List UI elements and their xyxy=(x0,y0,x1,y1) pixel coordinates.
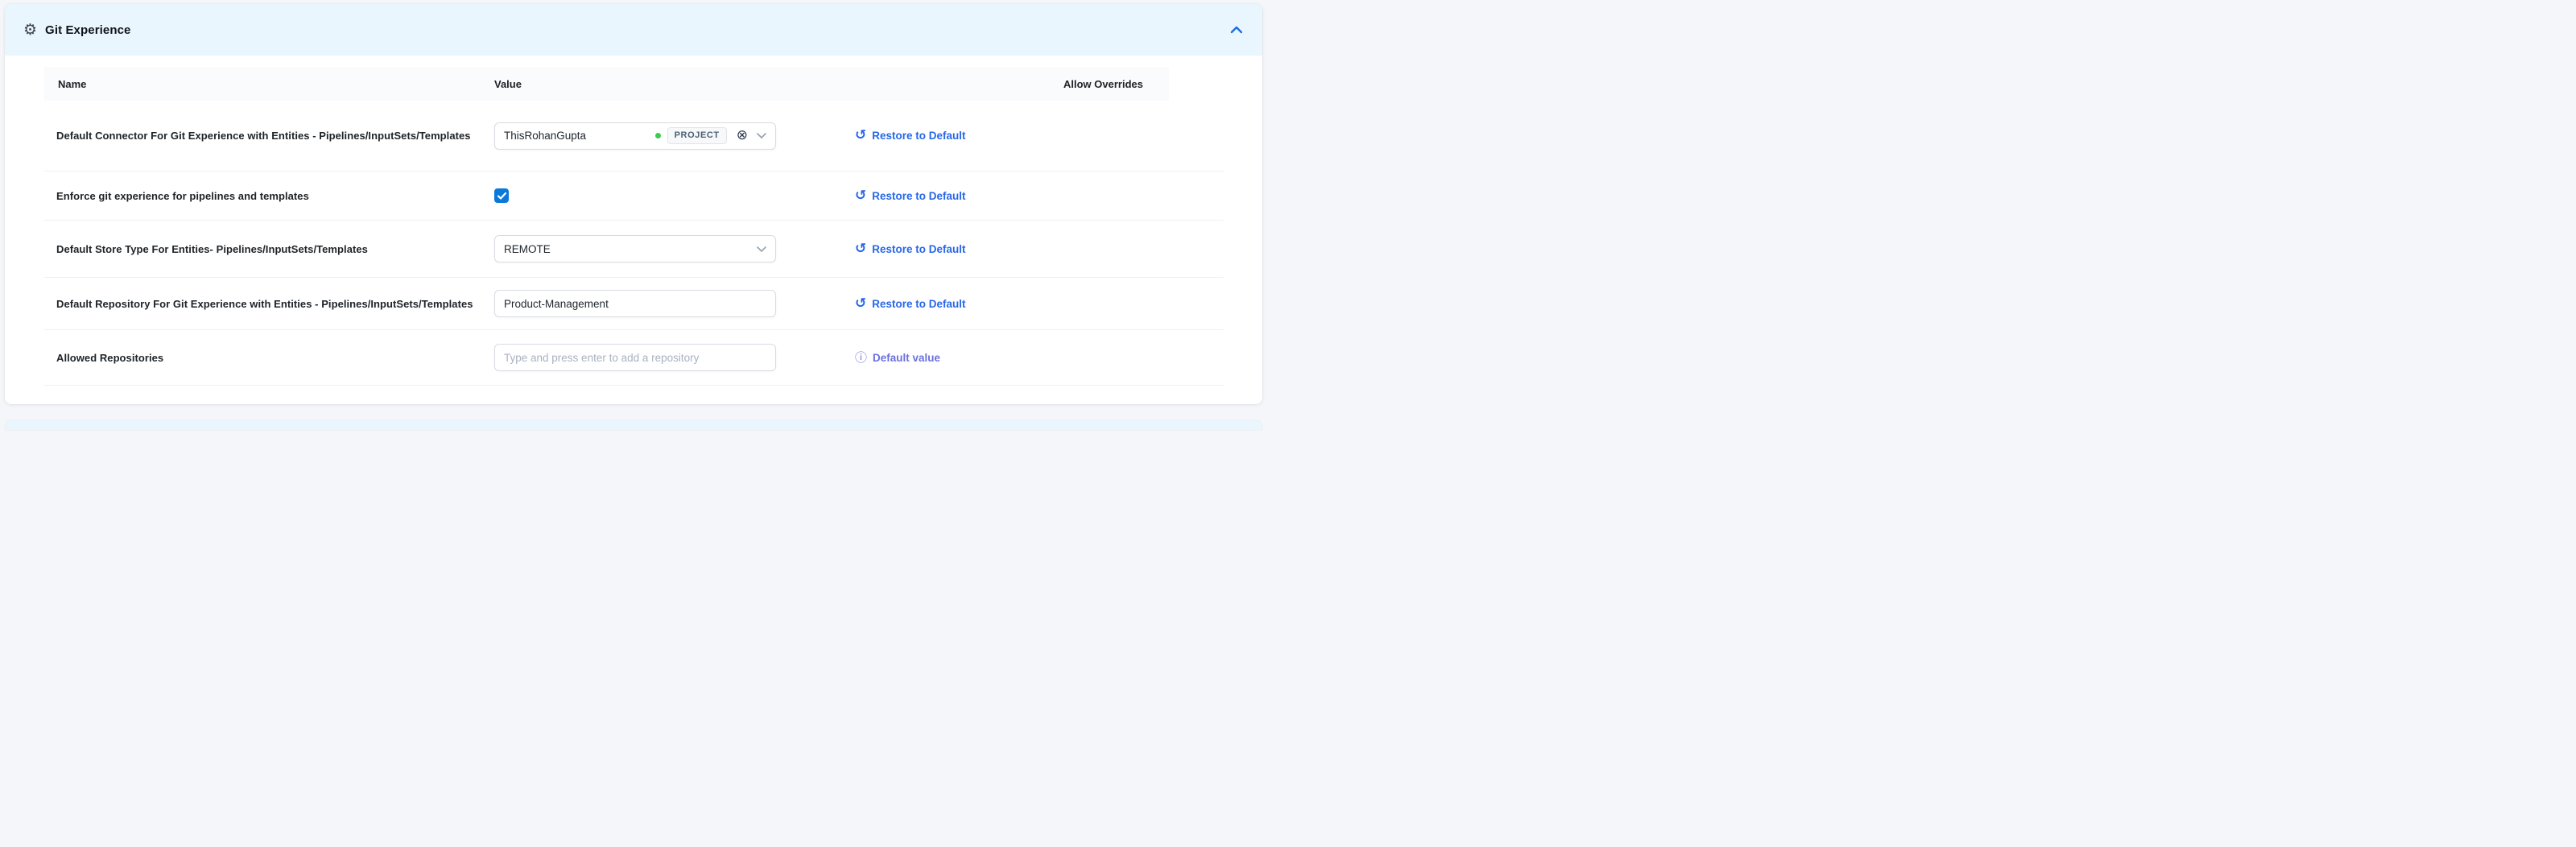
default-value-label: Default value xyxy=(873,352,940,364)
default-value-indicator[interactable]: ⓘ Default value xyxy=(855,352,940,364)
table-row: Allowed Repositories ⓘ Default value xyxy=(44,330,1224,386)
collapse-section-button[interactable] xyxy=(1230,26,1243,34)
setting-name-default-store-type: Default Store Type For Entities- Pipelin… xyxy=(56,243,368,255)
restore-label: Restore to Default xyxy=(872,190,965,202)
table-row: Default Repository For Git Experience wi… xyxy=(44,278,1224,330)
restore-icon: ↺ xyxy=(855,189,866,203)
table-header-row: Name Value Allow Overrides xyxy=(44,67,1169,101)
scope-badge: PROJECT xyxy=(667,127,727,144)
store-type-select[interactable]: REMOTE xyxy=(494,235,776,262)
setting-name-default-repository: Default Repository For Git Experience wi… xyxy=(56,298,473,310)
chevron-down-icon[interactable] xyxy=(757,133,766,138)
settings-table: Name Value Allow Overrides Default Conne… xyxy=(5,56,1262,386)
restore-label: Restore to Default xyxy=(872,243,965,255)
connector-status-dot xyxy=(655,133,661,138)
connector-selected-value: ThisRohanGupta xyxy=(504,130,655,142)
column-header-value: Value xyxy=(494,78,522,90)
chevron-up-icon xyxy=(1230,26,1243,34)
connector-select[interactable]: ThisRohanGupta PROJECT ⊗ xyxy=(494,122,776,150)
restore-label: Restore to Default xyxy=(872,130,965,142)
restore-label: Restore to Default xyxy=(872,298,965,310)
enforce-git-experience-checkbox[interactable] xyxy=(494,188,509,203)
table-row: Default Store Type For Entities- Pipelin… xyxy=(44,221,1224,278)
section-title: Git Experience xyxy=(45,23,130,37)
setting-name-allowed-repositories: Allowed Repositories xyxy=(56,352,163,364)
column-header-allow-overrides: Allow Overrides xyxy=(1063,78,1143,90)
restore-icon: ↺ xyxy=(855,297,866,311)
restore-to-default-button[interactable]: ↺ Restore to Default xyxy=(855,129,966,143)
chevron-down-icon xyxy=(757,246,766,252)
clear-connector-icon[interactable]: ⊗ xyxy=(737,129,748,143)
checkmark-icon xyxy=(497,192,506,200)
column-header-name: Name xyxy=(58,78,86,90)
default-repository-input[interactable] xyxy=(494,290,776,317)
store-type-selected-value: REMOTE xyxy=(504,243,757,255)
restore-to-default-button[interactable]: ↺ Restore to Default xyxy=(855,297,966,311)
restore-icon: ↺ xyxy=(855,129,866,143)
settings-gear-icon: ⚙ xyxy=(23,23,37,38)
table-row: Enforce git experience for pipelines and… xyxy=(44,171,1224,221)
restore-to-default-button[interactable]: ↺ Restore to Default xyxy=(855,242,966,256)
git-experience-settings-card: ⚙ Git Experience Name Value Allow Overri… xyxy=(5,4,1262,404)
section-header-git-experience[interactable]: ⚙ Git Experience xyxy=(5,4,1262,56)
setting-name-default-connector: Default Connector For Git Experience wit… xyxy=(56,130,471,142)
setting-name-enforce-git-experience: Enforce git experience for pipelines and… xyxy=(56,190,309,202)
table-row: Default Connector For Git Experience wit… xyxy=(44,101,1224,171)
allowed-repositories-input[interactable] xyxy=(494,344,776,371)
next-section-header-peek[interactable] xyxy=(5,420,1262,430)
restore-icon: ↺ xyxy=(855,242,866,256)
info-icon: ⓘ xyxy=(855,352,867,364)
restore-to-default-button[interactable]: ↺ Restore to Default xyxy=(855,189,966,203)
